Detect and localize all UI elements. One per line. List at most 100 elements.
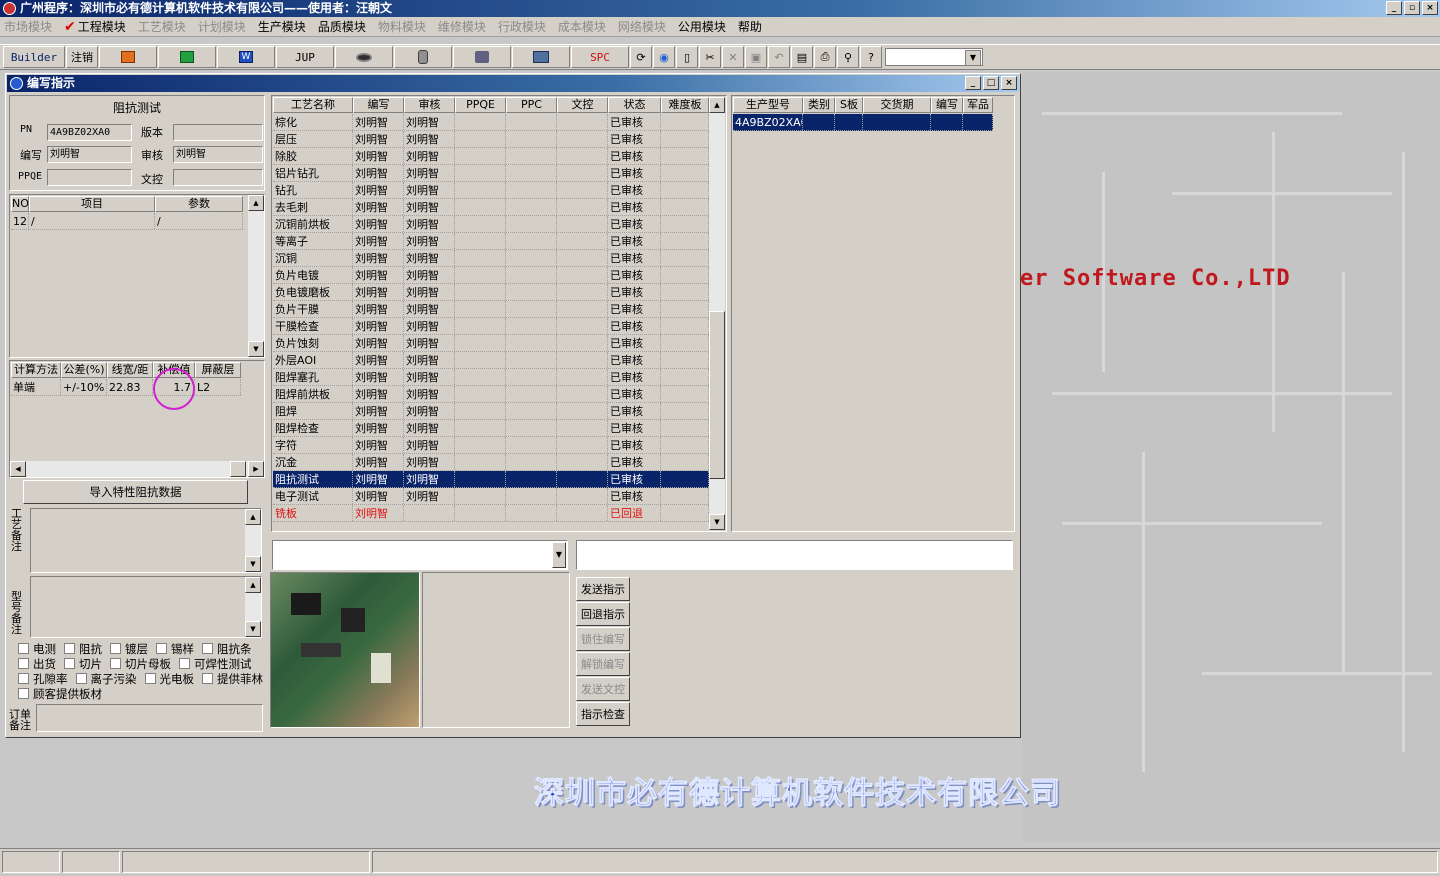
table-row[interactable]: 沉铜前烘板 刘明智 刘明智 已审核 (273, 216, 709, 233)
action-button[interactable]: 解锁编写 (576, 652, 630, 676)
column-header[interactable]: 交货期 (863, 97, 931, 113)
order-note-field[interactable] (36, 704, 263, 732)
action-button[interactable]: 发送指示 (576, 577, 630, 601)
window-close-button[interactable]: × (1001, 76, 1017, 90)
column-header[interactable]: 项目 (29, 196, 155, 212)
scroll-up-icon[interactable]: ▲ (245, 509, 261, 525)
menu-item[interactable]: 生产模块 (258, 18, 306, 35)
menu-item[interactable]: 行政模块 (498, 18, 546, 35)
doc-control-field[interactable] (173, 169, 263, 186)
checkbox[interactable] (18, 658, 29, 669)
menu-item[interactable]: 品质模块 (318, 18, 366, 35)
table-row[interactable]: 钻孔 刘明智 刘明智 已审核 (273, 182, 709, 199)
checkbox[interactable] (179, 658, 190, 669)
chevron-down-icon[interactable]: ▼ (552, 542, 566, 568)
column-header[interactable]: 工艺名称 (273, 97, 353, 113)
eye-icon[interactable] (335, 46, 393, 68)
undo-icon[interactable]: ↶ (768, 46, 790, 68)
app-title-bar[interactable]: 广州程序：深圳市必有德计算机软件技术有限公司——使用者：汪朝文 _ ▫ × (0, 0, 1440, 17)
builder-button[interactable]: Builder (3, 46, 65, 68)
column-header[interactable]: 类别 (803, 97, 835, 113)
table-row[interactable]: 等离子 刘明智 刘明智 已审核 (273, 233, 709, 250)
checkbox[interactable] (144, 673, 156, 684)
scroll-down-icon[interactable]: ▼ (248, 341, 264, 357)
checkbox-item[interactable]: 出货 (18, 657, 60, 671)
table-row[interactable]: 负片干膜 刘明智 刘明智 已审核 (273, 301, 709, 318)
table-row[interactable]: 4A9BZ02XA0 (733, 114, 993, 131)
checkbox[interactable] (64, 643, 75, 654)
menu-item[interactable]: 帮助 (738, 18, 762, 35)
scroll-down-icon[interactable]: ▼ (245, 556, 261, 572)
save-icon[interactable]: ▣ (745, 46, 767, 68)
checkbox-item[interactable]: 离子污染 (75, 672, 141, 686)
menu-item[interactable]: 成本模块 (558, 18, 606, 35)
checkbox[interactable] (156, 643, 167, 654)
checkbox-item[interactable]: 孔隙率 (18, 672, 72, 686)
process-note-field[interactable]: ▲ ▼ (30, 508, 262, 573)
table-row[interactable]: 阻焊前烘板 刘明智 刘明智 已审核 (273, 386, 709, 403)
menu-item[interactable]: 公用模块 (678, 18, 726, 35)
version-field[interactable] (173, 124, 263, 141)
table-row[interactable]: 外层AOI 刘明智 刘明智 已审核 (273, 352, 709, 369)
close-button[interactable]: × (1422, 1, 1438, 15)
author-field[interactable]: 刘明智 (47, 146, 132, 163)
checkbox-item[interactable]: 切片母板 (110, 657, 175, 671)
checkbox-item[interactable]: 阻抗条 (202, 642, 256, 656)
window-minimize-button[interactable]: _ (965, 76, 981, 90)
spc-button[interactable]: SPC (571, 46, 629, 68)
table-row[interactable]: 铣板 刘明智 已回退 (273, 505, 709, 522)
column-header[interactable]: 计算方法 (11, 362, 61, 378)
checkbox-item[interactable]: 电测 (18, 642, 60, 656)
checkbox-item[interactable]: 可焊性测试 (179, 657, 256, 671)
table-row[interactable]: 层压 刘明智 刘明智 已审核 (273, 131, 709, 148)
table-row[interactable]: 阻焊 刘明智 刘明智 已审核 (273, 403, 709, 420)
menu-item[interactable]: 计划模块 (198, 18, 246, 35)
process-scrollbar[interactable]: ▲ ▼ (709, 97, 725, 530)
scroll-up-icon[interactable]: ▲ (709, 97, 725, 113)
column-header[interactable]: 审核 (404, 97, 455, 113)
checkbox[interactable] (64, 658, 75, 669)
minimize-button[interactable]: _ (1386, 1, 1402, 15)
toolbar-combo[interactable] (885, 48, 983, 66)
table-row[interactable]: 电子测试 刘明智 刘明智 已审核 (273, 488, 709, 505)
checkbox[interactable] (202, 673, 213, 684)
column-header[interactable]: 状态 (608, 97, 661, 113)
checkbox-item[interactable]: 切片 (64, 657, 106, 671)
column-header[interactable]: 难度板 (661, 97, 709, 113)
scroll-right-icon[interactable]: ▶ (248, 461, 264, 477)
action-button[interactable]: 锁住编写 (576, 627, 630, 651)
column-header[interactable]: PPC (506, 97, 557, 113)
action-button[interactable]: 发送文控 (576, 677, 630, 701)
model-note-field[interactable]: ▲ ▼ (30, 576, 262, 638)
column-header[interactable]: NO (11, 196, 29, 212)
column-header[interactable]: PPQE (455, 97, 506, 113)
excel-icon[interactable] (158, 46, 216, 68)
column-header[interactable]: 屏蔽层 (195, 362, 241, 378)
column-header[interactable]: 编写 (931, 97, 963, 113)
table-row[interactable]: 阻焊检查 刘明智 刘明智 已审核 (273, 420, 709, 437)
scroll-left-icon[interactable]: ◀ (10, 461, 26, 477)
table-row[interactable]: 干膜检查 刘明智 刘明智 已审核 (273, 318, 709, 335)
window-title-bar[interactable]: 编写指示 _ □ × (7, 75, 1019, 92)
table-row[interactable]: 阻焊塞孔 刘明智 刘明智 已审核 (273, 369, 709, 386)
calc-hscrollbar[interactable]: ◀ ▶ (10, 461, 264, 477)
window-maximize-button[interactable]: □ (983, 76, 999, 90)
database-icon[interactable] (394, 46, 452, 68)
menu-item[interactable]: 维修模块 (438, 18, 486, 35)
table-row[interactable]: 负片电镀 刘明智 刘明智 已审核 (273, 267, 709, 284)
checkbox[interactable] (110, 643, 121, 654)
menu-item[interactable]: 物料模块 (378, 18, 426, 35)
checkbox[interactable] (18, 673, 29, 684)
table-row[interactable]: 阻抗测试 刘明智 刘明智 已审核 (273, 471, 709, 488)
scroll-thumb[interactable] (709, 311, 725, 479)
action-button[interactable]: 指示检查 (576, 702, 630, 726)
instruction-text-field[interactable] (576, 540, 1013, 570)
new-document-icon[interactable]: ▯ (676, 46, 698, 68)
table-row[interactable]: 除胶 刘明智 刘明智 已审核 (273, 148, 709, 165)
menu-item[interactable]: ✔ 工程模块 (64, 18, 126, 35)
checkbox-item[interactable]: 阻抗 (64, 642, 106, 656)
table-row[interactable]: 负电镀磨板 刘明智 刘明智 已审核 (273, 284, 709, 301)
help-icon[interactable]: ? (860, 46, 882, 68)
refresh-icon[interactable]: ⟳ (630, 46, 652, 68)
column-header[interactable]: 编写 (353, 97, 404, 113)
